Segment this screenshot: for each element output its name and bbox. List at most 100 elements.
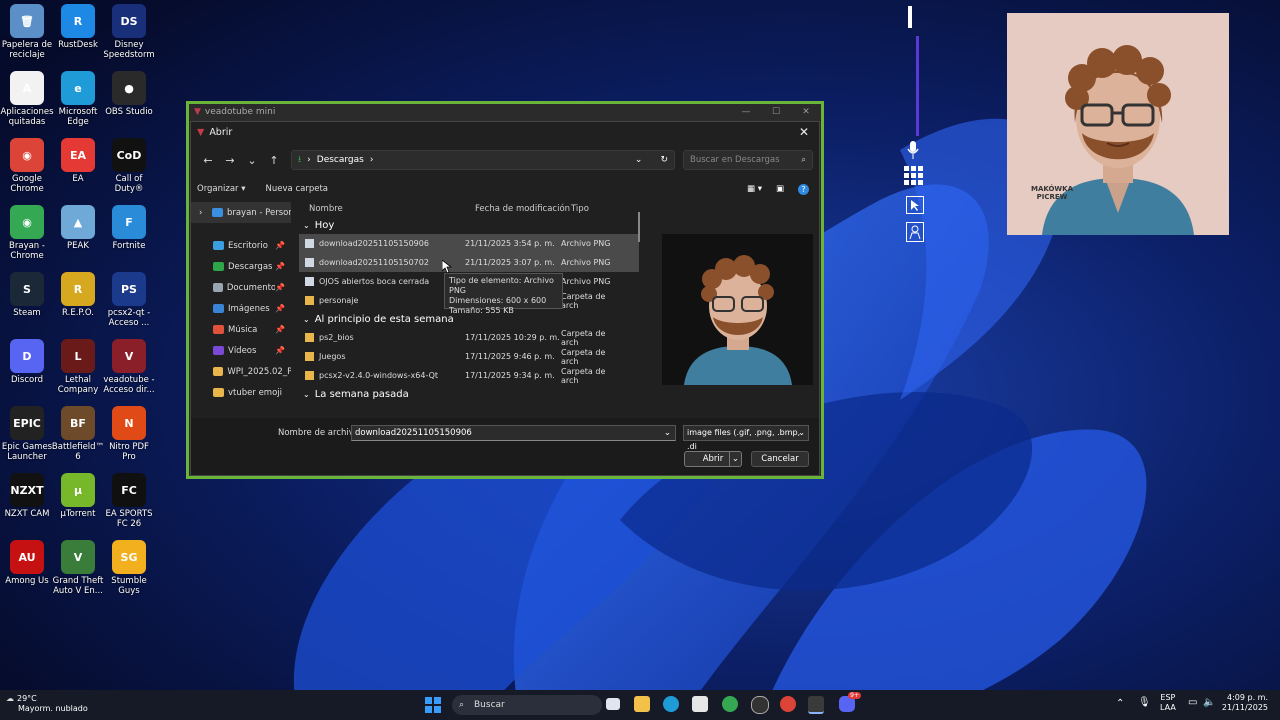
nav-item[interactable]: Imágenes 📌 xyxy=(191,298,291,319)
desktop-icon[interactable]: Vveadotube - Acceso dir... xyxy=(102,339,156,395)
nav-item[interactable]: Música 📌 xyxy=(191,319,291,340)
open-button[interactable]: Abrir ⌄ xyxy=(684,451,742,467)
desktop-icon[interactable]: CoD Call of Duty® xyxy=(102,138,156,194)
open-split-chevron-icon[interactable]: ⌄ xyxy=(728,452,739,466)
character-icon[interactable] xyxy=(906,222,924,242)
desktop-icon[interactable]: D Discord xyxy=(0,339,54,385)
nav-item[interactable]: Escritorio 📌 xyxy=(191,235,291,256)
desktop-icon[interactable]: N Nitro PDF Pro xyxy=(102,406,156,462)
new-folder-button[interactable]: Nueva carpeta xyxy=(266,184,328,194)
task-view-icon[interactable] xyxy=(606,698,620,710)
breadcrumb-descargas[interactable]: Descargas xyxy=(317,155,364,165)
desktop-icon[interactable]: F Fortnite xyxy=(102,205,156,251)
desktop-icon[interactable]: R RustDesk xyxy=(51,4,105,50)
group-collapse-icon[interactable]: ⌄ xyxy=(303,221,310,230)
group-header[interactable]: ⌄ La semana pasada xyxy=(299,385,639,403)
cursor-icon[interactable] xyxy=(906,196,924,214)
nav-item[interactable]: Descargas 📌 xyxy=(191,256,291,277)
desktop-icon[interactable]: µ µTorrent xyxy=(51,473,105,519)
desktop-icon[interactable]: ◉ Google Chrome xyxy=(0,138,54,194)
filename-input[interactable]: download20251105150906 ⌄ xyxy=(351,425,676,441)
view-options-icon[interactable]: ▦ ▾ xyxy=(747,184,762,194)
file-row[interactable]: Juegos 17/11/2025 9:46 p. m. Carpeta de ar… xyxy=(299,347,639,366)
tray-network-icon[interactable]: ▭ xyxy=(1188,697,1197,708)
nav-item[interactable]: Vídeos 📌 xyxy=(191,340,291,361)
back-arrow-icon[interactable]: ← xyxy=(197,154,219,167)
nav-item[interactable]: Documentos📌 xyxy=(191,277,291,298)
address-bar[interactable]: ⭳ › Descargas › ⌄ ↻ xyxy=(291,150,675,170)
col-type[interactable]: Tipo xyxy=(571,204,631,214)
close-button[interactable]: ✕ xyxy=(791,107,821,117)
maximize-button[interactable]: ☐ xyxy=(761,107,791,117)
obs-icon[interactable] xyxy=(751,696,769,714)
tray-mic-icon[interactable]: 🎙 xyxy=(1138,697,1151,708)
col-name[interactable]: Nombre xyxy=(299,204,475,214)
dialog-close-button[interactable]: ✕ xyxy=(789,125,819,139)
group-collapse-icon[interactable]: ⌄ xyxy=(303,315,310,324)
discord-icon[interactable]: 9+ xyxy=(839,692,861,712)
recent-chevron-icon[interactable]: ⌄ xyxy=(241,154,263,167)
file-row[interactable]: download20251105150906 21/11/2025 3:54 p.… xyxy=(299,234,639,253)
tooltip-dims: Dimensiones: 600 x 600 xyxy=(449,296,547,305)
chrome-icon[interactable] xyxy=(722,696,738,712)
search-input[interactable]: Buscar en Descargas ⌕ xyxy=(683,150,813,170)
chrome-profile-icon[interactable] xyxy=(780,696,796,712)
desktop-icon[interactable]: L Lethal Company xyxy=(51,339,105,395)
desktop-icon[interactable]: EPIC Epic Games Launcher xyxy=(0,406,54,462)
filename-dropdown-icon[interactable]: ⌄ xyxy=(664,426,671,440)
edge-icon[interactable] xyxy=(663,696,679,712)
desktop-icon[interactable]: S Steam xyxy=(0,272,54,318)
file-row[interactable]: download20251105150702 21/11/2025 3:07 p.… xyxy=(299,253,639,272)
file-row[interactable]: pcsx2-v2.4.0-windows-x64-Qt 17/11/2025 9:… xyxy=(299,366,639,385)
tray-chevron-icon[interactable]: ⌃ xyxy=(1116,698,1124,709)
col-date[interactable]: Fecha de modificación xyxy=(475,204,571,214)
desktop-icon[interactable]: ◉ Brayan - Chrome xyxy=(0,205,54,261)
filetype-dropdown-icon: ⌄ xyxy=(798,428,805,437)
store-icon[interactable] xyxy=(692,696,708,712)
desktop-icon[interactable]: ▲ PEAK xyxy=(51,205,105,251)
microphone-icon[interactable] xyxy=(907,141,919,159)
desktop-icon[interactable]: A Aplicaciones quitadas xyxy=(0,71,54,127)
group-collapse-icon[interactable]: ⌄ xyxy=(303,390,310,399)
desktop-icon[interactable]: NZXT NZXT CAM xyxy=(0,473,54,519)
desktop-icon[interactable]: R R.E.P.O. xyxy=(51,272,105,318)
refresh-icon[interactable]: ↻ xyxy=(660,155,668,165)
address-dropdown-icon[interactable]: ⌄ xyxy=(635,155,643,165)
expand-chevron-icon[interactable]: › xyxy=(199,208,202,218)
cancel-button[interactable]: Cancelar xyxy=(751,451,809,467)
help-icon[interactable]: ? xyxy=(798,183,809,195)
file-explorer-icon[interactable] xyxy=(634,696,650,712)
organize-button[interactable]: Organizar ▾ xyxy=(197,184,246,194)
nav-item[interactable]: › brayan - Person xyxy=(191,202,291,223)
nav-item[interactable]: WPI_2025.02_Pl xyxy=(191,361,291,382)
desktop-icon[interactable]: FC EA SPORTS FC 26 xyxy=(102,473,156,529)
desktop-icon[interactable]: PS pcsx2-qt - Acceso ... xyxy=(102,272,156,328)
weather-widget[interactable]: ☁ 29°C Mayorm. nublado xyxy=(6,694,88,714)
up-arrow-icon[interactable]: ↑ xyxy=(263,154,285,167)
nav-item[interactable]: vtuber emoji xyxy=(191,382,291,403)
preview-pane-icon[interactable]: ▣ xyxy=(776,184,784,194)
desktop-icon[interactable]: ● OBS Studio xyxy=(102,71,156,117)
desktop-icon[interactable]: BF Battlefield™ 6 xyxy=(51,406,105,462)
filetype-select[interactable]: image files (.gif, .png, .bmp, .di ⌄ xyxy=(683,425,809,451)
taskbar-search[interactable]: ⌕ Buscar xyxy=(452,695,602,715)
desktop-icon[interactable]: DS Disney Speedstorm xyxy=(102,4,156,60)
forward-arrow-icon[interactable]: → xyxy=(219,154,241,167)
start-button-icon[interactable] xyxy=(425,697,441,713)
desktop-icon[interactable]: 🗑 Papelera de reciclaje xyxy=(0,4,54,60)
file-list-scrollbar[interactable] xyxy=(638,212,640,242)
desktop-icon[interactable]: e Microsoft Edge xyxy=(51,71,105,127)
veadotube-taskbar-icon[interactable] xyxy=(808,696,824,714)
tray-volume-icon[interactable]: 🔈 xyxy=(1203,697,1215,708)
file-row[interactable]: ps2_bios 17/11/2025 10:29 p. m. Carpeta de… xyxy=(299,328,639,347)
group-header[interactable]: ⌄ Hoy xyxy=(299,216,639,234)
minimize-button[interactable]: — xyxy=(731,107,761,117)
language-indicator[interactable]: ESP LAA xyxy=(1160,693,1176,713)
taskbar-clock[interactable]: 4:09 p. m. 21/11/2025 xyxy=(1222,693,1268,713)
desktop-icon[interactable]: AU Among Us xyxy=(0,540,54,586)
desktop-icon[interactable]: SG Stumble Guys xyxy=(102,540,156,596)
grid-icon[interactable] xyxy=(904,166,924,186)
volume-slider-track[interactable] xyxy=(916,36,919,136)
desktop-icon[interactable]: V Grand Theft Auto V En... xyxy=(51,540,105,596)
desktop-icon[interactable]: EA EA xyxy=(51,138,105,184)
